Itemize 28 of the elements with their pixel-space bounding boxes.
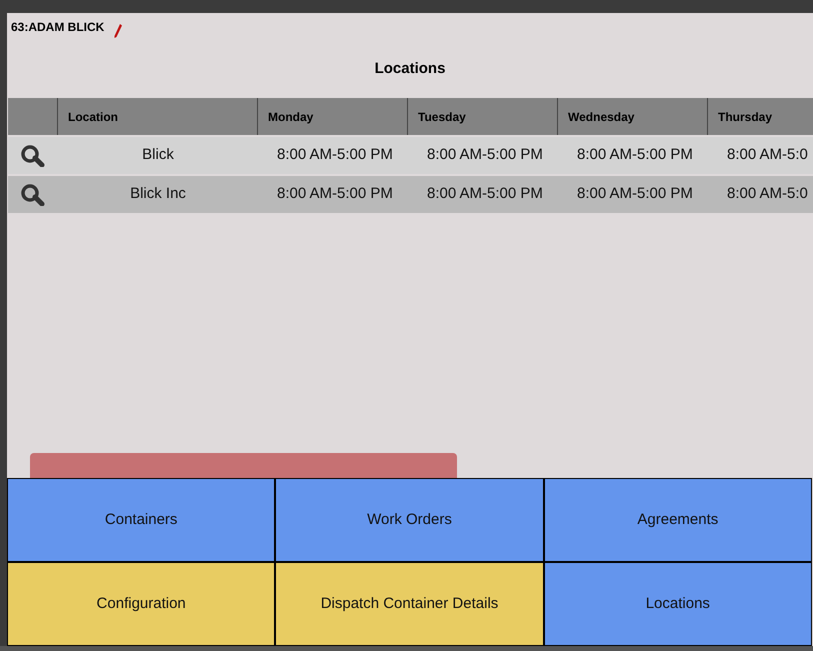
column-header[interactable]: Location (58, 98, 258, 135)
table-row[interactable]: Blick Inc 8:00 AM-5:00 PM 8:00 AM-5:00 PM 8:00 AM-5:00 PM 8:00 AM-5:0 (8, 176, 813, 213)
table-cell-text: 8:00 AM-5:0 (727, 184, 808, 204)
table-cell-text: 8:00 AM-5:00 PM (427, 145, 543, 166)
table-cell-text: 8:00 AM-5:00 PM (577, 184, 693, 204)
nav-button[interactable]: Locations (544, 563, 811, 645)
nav-button[interactable]: Containers (8, 479, 274, 561)
table-cell-text: 8:00 AM-5:00 PM (427, 184, 543, 204)
table-cell-text: 8:00 AM-5:00 PM (277, 184, 393, 204)
nav-button[interactable]: Work Orders (276, 479, 543, 561)
user-label: 63:ADAM BLICK (11, 19, 104, 36)
table-row[interactable]: Blick 8:00 AM-5:00 PM 8:00 AM-5:00 PM 8:00 AM-5:00 PM 8:00 AM-5:0 (8, 137, 813, 174)
nav-button[interactable]: Agreements (544, 479, 811, 561)
search-icon[interactable] (21, 184, 45, 206)
table-cell-text: Blick (142, 145, 174, 166)
column-header[interactable]: Thursday (708, 98, 810, 135)
column-header[interactable]: Tuesday (408, 98, 558, 135)
table-cell-text: Blick Inc (130, 184, 186, 204)
search-icon[interactable] (21, 144, 45, 166)
column-header[interactable]: Monday (258, 98, 408, 135)
table-cell-text: 8:00 AM-5:00 PM (577, 145, 693, 166)
page-title: Locations (374, 59, 446, 79)
table-cell-text: 8:00 AM-5:0 (727, 145, 808, 166)
pencil-icon (114, 24, 122, 38)
column-header[interactable]: Wednesday (558, 98, 708, 135)
nav-button[interactable]: Dispatch Container Details (276, 563, 543, 645)
nav-button[interactable]: Configuration (8, 563, 274, 645)
table-cell-text: 8:00 AM-5:00 PM (277, 145, 393, 166)
